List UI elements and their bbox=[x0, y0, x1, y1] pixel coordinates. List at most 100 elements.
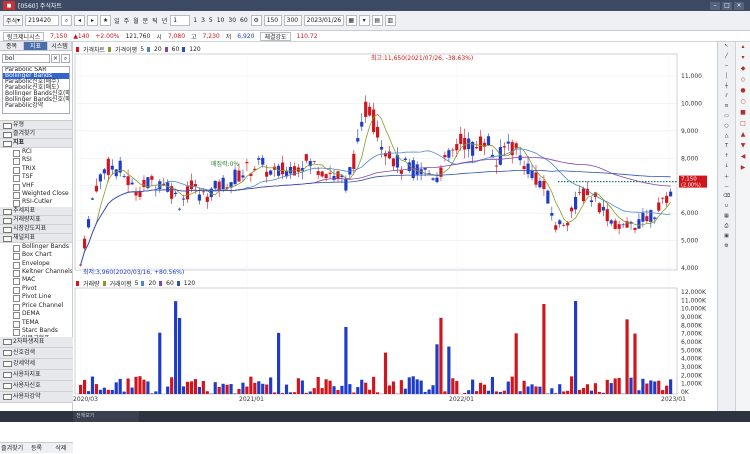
search-icon[interactable]: ⌕ bbox=[61, 15, 72, 26]
category-item[interactable]: 신호검색 bbox=[0, 348, 73, 359]
period-month[interactable]: 월 bbox=[132, 15, 140, 26]
indicator-item[interactable]: RSI bbox=[0, 156, 72, 164]
indicator-search-input[interactable]: bol bbox=[2, 54, 50, 63]
indicator-item[interactable]: RSI-Cutler bbox=[0, 198, 72, 206]
tool-config-icon[interactable]: ⚙ bbox=[720, 243, 733, 252]
tool-icon-2[interactable]: ▥ bbox=[385, 15, 396, 26]
search-result-item[interactable]: Parabolic강약 bbox=[3, 103, 69, 109]
period-week[interactable]: 주 bbox=[123, 15, 131, 26]
strip-icon-5[interactable]: ● bbox=[739, 87, 747, 97]
period-minute[interactable]: 분 bbox=[142, 15, 150, 26]
strip-icon-11[interactable]: ◀ bbox=[739, 153, 747, 163]
tool-line-icon[interactable]: ╱ bbox=[720, 53, 733, 62]
tool-arrow-up-icon[interactable]: ↑ bbox=[720, 153, 733, 162]
tool-rect-icon[interactable]: ▭ bbox=[720, 113, 733, 122]
strip-icon-8[interactable]: □ bbox=[739, 120, 747, 130]
category-item[interactable]: 사용자강약 bbox=[0, 392, 73, 403]
interval-5[interactable]: 5 bbox=[208, 15, 214, 26]
search-icon[interactable]: ⌕ bbox=[61, 54, 70, 63]
view-all-button[interactable]: 전체보기 bbox=[73, 411, 139, 422]
category-item[interactable]: 채널지표 bbox=[0, 234, 72, 243]
chart-area[interactable]: 11,00010,0009,0008,0007,0006,0005,0004,0… bbox=[73, 42, 717, 412]
tool-channel-icon[interactable]: ⫽ bbox=[720, 93, 733, 102]
category-item[interactable]: 즐겨찾기 bbox=[0, 130, 72, 139]
indicator-item[interactable]: TSF bbox=[0, 173, 72, 181]
category-item[interactable]: 사용자신호 bbox=[0, 381, 73, 392]
date-input[interactable]: 2023/01/26 bbox=[304, 15, 344, 26]
settings-icon[interactable]: ⚙ bbox=[251, 15, 262, 26]
chevron-down-icon[interactable]: ▾ bbox=[359, 15, 370, 26]
interval-10[interactable]: 10 bbox=[216, 15, 226, 26]
tool-eraser-icon[interactable]: ⌫ bbox=[720, 193, 733, 202]
interval-30[interactable]: 30 bbox=[227, 15, 237, 26]
tool-save-icon[interactable]: ▣ bbox=[720, 233, 733, 242]
strip-icon-6[interactable]: ○ bbox=[739, 98, 747, 108]
code-input[interactable]: 219420 bbox=[25, 15, 59, 26]
indicator-item[interactable]: Keltner Channels bbox=[0, 268, 72, 276]
tool-cursor-icon[interactable]: ↖ bbox=[720, 43, 733, 52]
interval-60[interactable]: 60 bbox=[239, 15, 249, 26]
indicator-item[interactable]: Pivot bbox=[0, 285, 72, 293]
indicator-item[interactable]: MAC bbox=[0, 276, 72, 284]
category-item[interactable]: 사용자지표 bbox=[0, 370, 73, 381]
tool-zoom-in-icon[interactable]: ＋ bbox=[720, 173, 733, 182]
tool-fibo-icon[interactable]: ≡ bbox=[720, 103, 733, 112]
interval-input[interactable]: 1 bbox=[170, 15, 190, 26]
tab-stocks[interactable]: 종목 bbox=[0, 42, 24, 50]
category-item[interactable]: 시장강도지표 bbox=[0, 225, 72, 234]
interval-1[interactable]: 1 bbox=[192, 15, 198, 26]
strip-icon-2[interactable]: ▾ bbox=[739, 54, 747, 64]
indicator-item[interactable]: DEMA bbox=[0, 310, 72, 318]
strip-icon-3[interactable]: ◆ bbox=[739, 65, 747, 75]
tool-vline-icon[interactable]: │ bbox=[720, 73, 733, 82]
tab-system[interactable]: 시스템 bbox=[48, 42, 72, 50]
period-year[interactable]: 년 bbox=[161, 15, 169, 26]
strip-icon-12[interactable]: ▶ bbox=[739, 164, 747, 174]
period-tick[interactable]: 틱 bbox=[151, 15, 159, 26]
clear-icon[interactable]: × bbox=[51, 54, 60, 63]
tool-grid-icon[interactable]: ▦ bbox=[720, 213, 733, 222]
tool-cross-icon[interactable]: ┼ bbox=[720, 83, 733, 92]
fav-icon[interactable]: ★ bbox=[100, 15, 111, 26]
maximize-icon[interactable]: □ bbox=[722, 2, 732, 10]
indicator-item[interactable]: Box Chart bbox=[0, 251, 72, 259]
delete-button[interactable]: 삭제 bbox=[49, 443, 73, 453]
indicator-item[interactable]: Envelope bbox=[0, 260, 72, 268]
strip-icon-4[interactable]: ◇ bbox=[739, 76, 747, 86]
indicator-item[interactable]: Pivot Line bbox=[0, 293, 72, 301]
next-icon[interactable]: ▸ bbox=[87, 15, 98, 26]
minimize-icon[interactable]: – bbox=[710, 2, 720, 10]
tab-indicators[interactable]: 지표 bbox=[24, 42, 48, 50]
tool-magnet-icon[interactable]: ∪ bbox=[720, 203, 733, 212]
indicator-item[interactable]: TRIX bbox=[0, 165, 72, 173]
tool-text-icon[interactable]: T bbox=[720, 143, 733, 152]
indicator-item[interactable]: Price Channel bbox=[0, 302, 72, 310]
tool-zoom-out-icon[interactable]: － bbox=[720, 183, 733, 192]
indicator-item[interactable]: VHF bbox=[0, 182, 72, 190]
strip-icon-9[interactable]: ▲ bbox=[739, 131, 747, 141]
chart-svg[interactable]: 11,00010,0009,0008,0007,0006,0005,0004,0… bbox=[73, 42, 717, 412]
interval-3[interactable]: 3 bbox=[200, 15, 206, 26]
close-icon[interactable]: × bbox=[734, 2, 744, 10]
tool-icon-1[interactable]: ▤ bbox=[372, 15, 383, 26]
register-button[interactable]: 등록 bbox=[24, 443, 48, 453]
tool-arrow-down-icon[interactable]: ↓ bbox=[720, 163, 733, 172]
market-select[interactable]: 주식 ▾ bbox=[3, 15, 23, 26]
calendar-icon[interactable]: ▦ bbox=[346, 15, 357, 26]
favorites-button[interactable]: 즐겨찾기 bbox=[0, 443, 24, 453]
strip-icon-10[interactable]: ▼ bbox=[739, 142, 747, 152]
category-item[interactable]: 강세약세 bbox=[0, 359, 73, 370]
category-item[interactable]: 지표 bbox=[0, 139, 72, 148]
indicator-item[interactable]: TEMA bbox=[0, 319, 72, 327]
period-day[interactable]: 일 bbox=[113, 15, 121, 26]
count-input-b[interactable]: 300 bbox=[284, 15, 302, 26]
tool-circle-icon[interactable]: ○ bbox=[720, 123, 733, 132]
category-item[interactable]: 2차파생지표 bbox=[0, 337, 73, 348]
tool-hline-icon[interactable]: ─ bbox=[720, 63, 733, 72]
category-item[interactable]: 유형 bbox=[0, 121, 72, 130]
count-input-a[interactable]: 150 bbox=[264, 15, 282, 26]
indicator-item[interactable]: Weighted Close bbox=[0, 190, 72, 198]
strip-icon-1[interactable]: ▴ bbox=[739, 43, 747, 53]
tool-triangle-icon[interactable]: △ bbox=[720, 133, 733, 142]
category-item[interactable]: 거래량지표 bbox=[0, 216, 72, 225]
